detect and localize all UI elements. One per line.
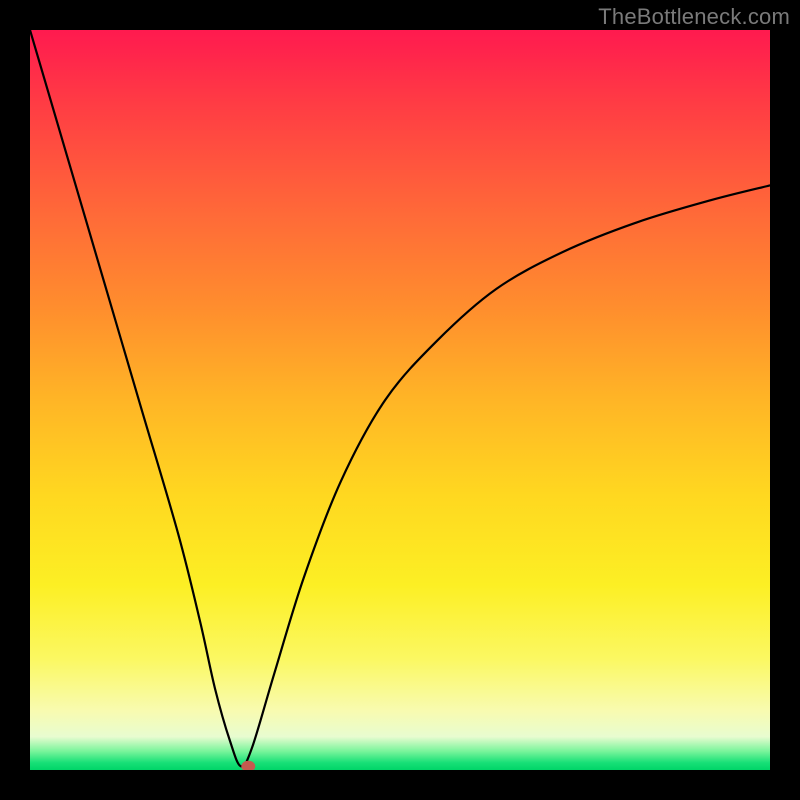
bottleneck-curve-svg bbox=[30, 30, 770, 770]
plot-area bbox=[30, 30, 770, 770]
chart-frame: TheBottleneck.com bbox=[0, 0, 800, 800]
attribution-text: TheBottleneck.com bbox=[598, 4, 790, 30]
optimal-point-marker bbox=[241, 761, 255, 770]
bottleneck-curve-path bbox=[30, 30, 770, 766]
